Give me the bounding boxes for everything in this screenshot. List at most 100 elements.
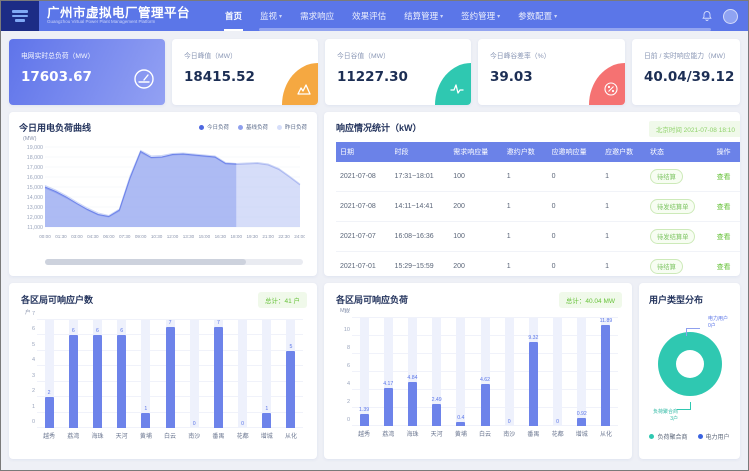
table-cell: 1: [503, 192, 548, 222]
x-tick-label: 花都: [231, 431, 255, 440]
table-cell: 1: [503, 162, 548, 192]
kpi-card-today-valley: 今日谷值（MW） 11227.30: [325, 39, 471, 105]
bar-column: 11.89: [594, 318, 618, 426]
bar-value-label: 1: [265, 406, 268, 412]
bar-column: 4.17: [376, 318, 400, 426]
user-avatar[interactable]: [723, 9, 738, 24]
bar-value-label: 1: [144, 406, 147, 412]
kpi-title: 今日峰谷差率（%）: [490, 50, 613, 60]
legend-item-aggregator[interactable]: 负荷聚合商: [649, 432, 687, 441]
nav-item-monitor[interactable]: 监视▾: [251, 1, 291, 31]
x-tick-label: 天河: [425, 429, 449, 438]
user-type-chart: 电力用户 0户 负荷聚合商 3户: [649, 306, 730, 424]
view-link[interactable]: 查看: [717, 204, 731, 211]
legend-dot: [698, 434, 703, 439]
x-tick-label: 白云: [158, 431, 182, 440]
bar: [408, 382, 417, 426]
legend-dot: [277, 125, 282, 130]
nav-item-effect-evaluation[interactable]: 效果评估: [343, 1, 395, 31]
nav-item-home[interactable]: 首页: [216, 1, 251, 31]
legend-item-power-user[interactable]: 电力用户: [698, 432, 730, 441]
legend-item-baseline[interactable]: 基线负荷: [238, 123, 268, 131]
legend-item-today[interactable]: 今日负荷: [199, 123, 229, 131]
svg-text:24:00: 24:00: [294, 234, 305, 239]
table-cell: 1: [601, 162, 646, 192]
view-link[interactable]: 查看: [717, 174, 731, 181]
nav-item-demand-response[interactable]: 需求响应: [291, 1, 343, 31]
svg-text:15,000: 15,000: [27, 185, 43, 191]
svg-text:03:00: 03:00: [71, 234, 83, 239]
svg-text:19,000: 19,000: [27, 145, 43, 151]
nav-item-parameters[interactable]: 参数配置▾: [509, 1, 566, 31]
table-row: 2021-07-0814:11~14:41200101待发结算单查看: [336, 192, 740, 222]
nav-item-label: 首页: [225, 10, 242, 22]
status-badge: 待结算: [650, 259, 683, 274]
app-subtitle: Guangzhou Virtual Power Plant Management…: [47, 20, 190, 25]
nav-item-label: 签约管理: [461, 10, 495, 22]
gauge-icon: [133, 68, 155, 95]
table-cell-action: 查看: [713, 162, 740, 192]
y-tick-label: 0: [23, 419, 35, 425]
y-tick-label: 0: [338, 417, 350, 423]
bar-value-label: 0: [556, 419, 559, 425]
bar-column: 0: [546, 318, 570, 426]
x-tick-label: 花都: [546, 429, 570, 438]
bar-value-label: 2.49: [432, 397, 442, 403]
callout-line: [677, 402, 691, 410]
bar: [141, 413, 150, 428]
callout-aggregators: 负荷聚合商 3户: [653, 409, 678, 422]
table-cell: 1: [503, 222, 548, 252]
kpi-title: 电网实时总负荷（MW）: [21, 50, 153, 60]
table-cell-action: 查看: [713, 252, 740, 277]
y-tick-label: 6: [23, 326, 35, 332]
bar-column: 2: [37, 320, 61, 428]
callout-line: [686, 328, 700, 336]
x-tick-label: 越秀: [352, 429, 376, 438]
x-tick-label: 从化: [279, 431, 303, 440]
x-tick-label: 增城: [570, 429, 594, 438]
bar-track: [456, 318, 465, 426]
table-row: 2021-07-0817:31~18:01100101待结算查看: [336, 162, 740, 192]
bar-value-label: 0: [508, 419, 511, 425]
y-tick-label: 2: [23, 388, 35, 394]
beijing-time-badge: 北京时间 2021-07-08 18:10: [649, 121, 740, 137]
x-tick-label: 海珠: [400, 429, 424, 438]
view-link[interactable]: 查看: [717, 234, 731, 241]
bar-track: [141, 320, 150, 428]
app-title: 广州市虚拟电厂管理平台: [47, 7, 190, 21]
bar-value-label: 0.4: [457, 415, 464, 421]
bar: [45, 397, 54, 428]
datazoom-slider[interactable]: [45, 259, 303, 265]
response-table: 日期时段需求响应量邀约户数应邀响应量应邀户数状态操作 2021-07-0817:…: [336, 142, 740, 276]
bar: [214, 327, 223, 428]
nav-item-contract[interactable]: 签约管理▾: [452, 1, 509, 31]
total-load-badge: 总计：40.04 MW: [559, 292, 622, 308]
bar-value-label: 6: [72, 328, 75, 334]
brand: 广州市虚拟电厂管理平台 Guangzhou Virtual Power Plan…: [47, 7, 190, 26]
chevron-down-icon: ▾: [497, 13, 500, 20]
bar-value-label: 9.32: [528, 335, 538, 341]
svg-text:22:30: 22:30: [278, 234, 290, 239]
svg-text:15:00: 15:00: [199, 234, 211, 239]
datazoom-handle[interactable]: [45, 259, 246, 265]
table-cell: 1: [503, 252, 548, 277]
x-tick-label: 从化: [594, 429, 618, 438]
notification-bell-icon[interactable]: [701, 10, 713, 22]
district-load-x-labels: 越秀荔湾海珠天河黄埔白云南沙番禺花都增城从化: [352, 429, 618, 438]
bar-value-label: 6: [120, 328, 123, 334]
legend-dot: [238, 125, 243, 130]
bar: [93, 335, 102, 428]
user-type-title: 用户类型分布: [649, 293, 730, 306]
x-tick-label: 番禺: [206, 431, 230, 440]
bar: [384, 388, 393, 426]
legend-item-yesterday[interactable]: 昨日负荷: [277, 123, 307, 131]
bar-column: 1: [255, 320, 279, 428]
nav-scrollbar[interactable]: [259, 28, 711, 31]
svg-text:07:30: 07:30: [119, 234, 131, 239]
view-link[interactable]: 查看: [717, 264, 731, 271]
svg-text:10:30: 10:30: [151, 234, 163, 239]
nav-item-settlement[interactable]: 结算管理▾: [395, 1, 452, 31]
y-tick-label: 8: [338, 345, 350, 351]
bar-value-label: 4.17: [383, 381, 393, 387]
bar-value-label: 11.89: [600, 318, 613, 324]
